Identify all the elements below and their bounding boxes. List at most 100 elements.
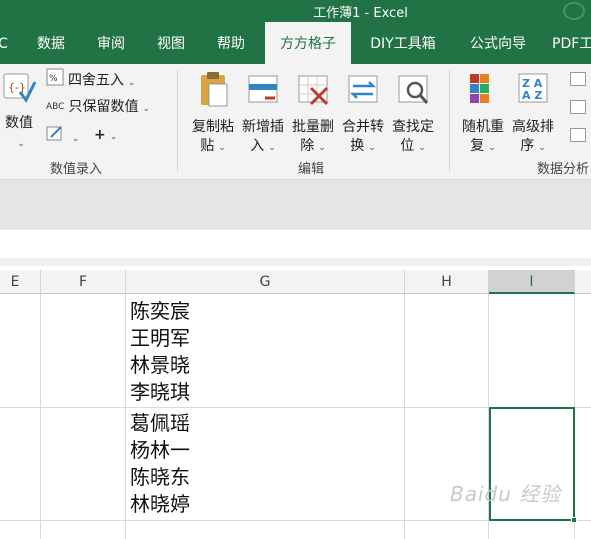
round-icon: %: [46, 68, 64, 93]
group-label-edit: 编辑: [298, 162, 325, 177]
sort-az-icon: Z AA Z: [510, 70, 556, 114]
formula-bar[interactable]: [0, 230, 591, 266]
plus-dropdown-icon: ⌄: [109, 132, 118, 142]
numeric-dropdown-icon: ⌄: [17, 139, 25, 149]
column-header-g[interactable]: G: [126, 270, 405, 294]
plus-button[interactable]: + ⌄: [94, 124, 117, 146]
svg-text:%: %: [49, 74, 58, 84]
tab-help[interactable]: 帮助: [206, 22, 256, 64]
tab-diy-toolbox[interactable]: DIY工具箱: [360, 22, 446, 64]
add-insert-button[interactable]: 新增插 入 ⌄: [240, 70, 286, 158]
tab-review[interactable]: 审阅: [86, 22, 136, 64]
ribbon-tabs: C 数据 审阅 视图 帮助 方方格子 DIY工具箱 公式向导 PDF工: [0, 22, 591, 64]
random-icon: [460, 70, 506, 114]
abc-icon: ABC: [46, 102, 65, 112]
gridline: [125, 294, 126, 539]
group-separator: [177, 70, 178, 172]
keep-values-button[interactable]: ABC 只保留数值 ⌄: [46, 96, 150, 118]
advanced-sort-button[interactable]: Z AA Z 高级排 序 ⌄: [510, 70, 556, 158]
window-decoration-icon: [563, 2, 585, 20]
merge-convert-button[interactable]: 合并转 换 ⌄: [340, 70, 386, 158]
group-separator: [449, 70, 450, 172]
watermark: Baidu 经验: [450, 482, 562, 506]
cell-g-name[interactable]: 杨林一: [130, 437, 190, 463]
tab-pdf[interactable]: PDF工: [552, 22, 591, 64]
cell-g-name[interactable]: 葛佩瑶: [130, 410, 190, 436]
column-header-i[interactable]: I: [489, 270, 575, 294]
copy-paste-label-2: 贴: [200, 138, 215, 154]
analysis-small-button-1[interactable]: [570, 68, 590, 90]
keep-values-label: 只保留数值: [68, 99, 139, 115]
group-label-data-entry: 数值录入: [50, 162, 103, 177]
svg-text:{-}: {-}: [8, 81, 26, 94]
analysis-small-button-2[interactable]: [570, 96, 590, 118]
random-repeat-label-1: 随机重: [462, 119, 504, 135]
edit-dropdown-icon: ⌄: [72, 133, 80, 144]
analysis-icon-3: [570, 128, 586, 142]
fill-handle[interactable]: [571, 517, 577, 523]
tab-c[interactable]: C: [0, 22, 10, 64]
analysis-icon-2: [570, 100, 586, 114]
copy-paste-button[interactable]: 复制粘 贴 ⌄: [190, 70, 236, 158]
add-insert-dropdown-icon: ⌄: [268, 143, 276, 153]
group-label-analysis: 数据分析: [537, 162, 590, 177]
add-insert-label-1: 新增插: [242, 119, 284, 135]
tab-fangfang[interactable]: 方方格子: [265, 22, 351, 64]
batch-delete-label-2: 除: [300, 138, 315, 154]
find-locate-label-1: 查找定: [392, 119, 434, 135]
column-header-h[interactable]: H: [405, 270, 489, 294]
numeric-button[interactable]: {-} 数值 ⌄: [2, 70, 37, 154]
analysis-small-button-3[interactable]: [570, 124, 590, 146]
cell-g-name[interactable]: 陈奕宸: [130, 298, 190, 324]
find-locate-dropdown-icon: ⌄: [418, 143, 426, 153]
random-repeat-label-2: 复: [470, 138, 485, 154]
cell-g-name[interactable]: 李晓琪: [130, 379, 190, 405]
tab-view[interactable]: 视图: [146, 22, 196, 64]
merge-icon: [340, 70, 386, 114]
plus-label: +: [94, 127, 106, 143]
find-locate-button[interactable]: 查找定 位 ⌄: [390, 70, 436, 158]
merge-convert-label-1: 合并转: [342, 119, 384, 135]
formula-bar-strip: [0, 258, 591, 266]
numeric-icon: {-}: [2, 70, 37, 110]
advanced-sort-label-1: 高级排: [512, 119, 554, 135]
svg-text:A Z: A Z: [522, 89, 542, 102]
random-repeat-button[interactable]: 随机重 复 ⌄: [460, 70, 506, 158]
cell-g-name[interactable]: 王明军: [130, 325, 190, 351]
round-label: 四舍五入: [68, 72, 124, 89]
round-dropdown-icon: ⌄: [128, 77, 136, 88]
delete-grid-icon: [290, 70, 336, 114]
cell-g-name[interactable]: 陈晓东: [130, 464, 190, 490]
tab-formula-wizard[interactable]: 公式向导: [458, 22, 538, 64]
title-bar: 工作薄1 - Excel: [0, 0, 591, 22]
add-insert-label-2: 入: [250, 138, 265, 154]
batch-delete-button[interactable]: 批量删 除 ⌄: [290, 70, 336, 158]
column-header-next[interactable]: [575, 270, 591, 294]
random-repeat-dropdown-icon: ⌄: [488, 143, 496, 153]
ribbon: {-} 数值 ⌄ % 四舍五入 ⌄ ABC 只保留数值 ⌄ ⌄ + ⌄ 数值录入 复制粘…: [0, 64, 591, 180]
advanced-sort-dropdown-icon: ⌄: [538, 143, 546, 153]
round-button[interactable]: % 四舍五入 ⌄: [46, 68, 136, 90]
column-header-f[interactable]: F: [41, 270, 126, 294]
find-icon: [390, 70, 436, 114]
gridline: [40, 294, 41, 539]
keep-values-dropdown-icon: ⌄: [142, 104, 151, 114]
cell-g-name[interactable]: 林景晓: [130, 352, 190, 378]
clipboard-icon: [190, 70, 236, 114]
cell-g-name[interactable]: 林晓婷: [130, 491, 190, 517]
merge-convert-label-2: 换: [350, 138, 365, 154]
analysis-icon-1: [570, 72, 586, 86]
tab-data[interactable]: 数据: [26, 22, 76, 64]
batch-delete-dropdown-icon: ⌄: [318, 143, 326, 153]
merge-convert-dropdown-icon: ⌄: [368, 143, 376, 153]
numeric-label: 数值: [5, 115, 33, 131]
window-title: 工作薄1 - Excel: [313, 6, 408, 21]
edit-icon: [46, 124, 64, 149]
insert-row-icon: [240, 70, 286, 114]
copy-paste-dropdown-icon: ⌄: [218, 143, 226, 153]
edit-value-button[interactable]: ⌄: [46, 124, 80, 146]
ribbon-gap-area: [0, 180, 591, 230]
column-header-e[interactable]: E: [0, 270, 41, 294]
batch-delete-label-1: 批量删: [292, 119, 334, 135]
advanced-sort-label-2: 序: [520, 138, 535, 154]
